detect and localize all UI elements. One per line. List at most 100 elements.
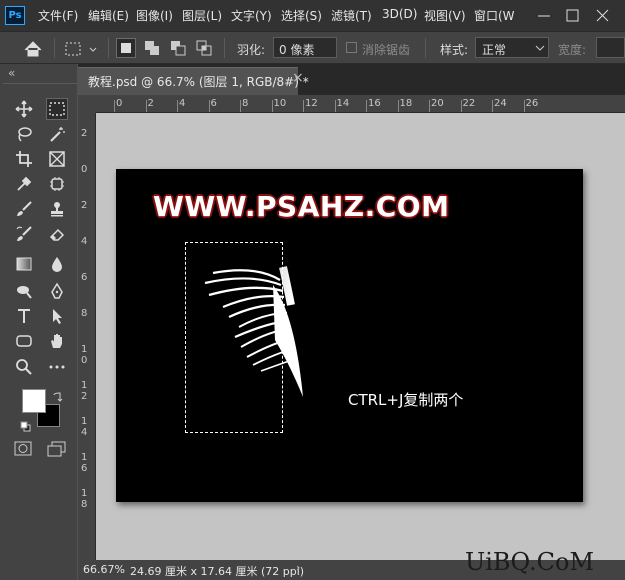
ruler-left-tick: 1 4: [81, 416, 88, 438]
quick-mask-icon[interactable]: [13, 440, 35, 458]
ruler-top-tick: 12: [305, 98, 318, 109]
document-tab-label: 教程.psd @ 66.7% (图层 1, RGB/8#) *: [88, 75, 309, 89]
antialias-checkbox[interactable]: [346, 42, 357, 53]
subtract-from-selection-button[interactable]: [168, 38, 188, 58]
photoshop-logo-icon: Ps: [5, 6, 25, 25]
gradient-icon[interactable]: [13, 253, 35, 275]
ruler-left-tick: 4: [81, 236, 88, 247]
more-icon[interactable]: [46, 356, 68, 378]
ruler-top-tick: 2: [147, 98, 154, 109]
menu-select[interactable]: 选择(S): [281, 7, 322, 24]
menu-filter[interactable]: 滤镜(T): [331, 7, 372, 24]
ruler-top-tick-line: [366, 100, 367, 112]
divider: [108, 38, 109, 58]
screen-mode-icon[interactable]: [46, 440, 68, 458]
feather-label: 羽化:: [237, 43, 266, 57]
menu-type[interactable]: 文字(Y): [231, 7, 272, 24]
ruler-top-tick-line: [397, 100, 399, 112]
move-icon[interactable]: [13, 98, 35, 120]
blur-icon[interactable]: [46, 253, 68, 275]
path-select-icon[interactable]: [46, 305, 68, 327]
chevron-right-icon[interactable]: ›: [296, 561, 300, 574]
spot-healing-icon[interactable]: [46, 173, 68, 195]
magic-wand-icon[interactable]: [46, 123, 68, 145]
style-select[interactable]: 正常: [475, 37, 549, 58]
ruler-left-tick: 1 8: [81, 488, 88, 510]
divider: [3, 83, 77, 84]
frame-icon[interactable]: [46, 148, 68, 170]
canvas-caption-text: CTRL+J复制两个: [348, 391, 464, 409]
ruler-top-tick-line: [334, 100, 336, 112]
ruler-top-tick-line: [240, 100, 241, 112]
ruler-top-tick: 14: [336, 98, 350, 109]
ruler-top-tick: 18: [399, 98, 413, 109]
canvas-title-text: WWW.PSAHZ.COM: [153, 190, 450, 223]
width-input[interactable]: [596, 37, 625, 58]
ruler-left-tick: 1 2: [81, 380, 88, 402]
menu-file[interactable]: 文件(F): [38, 7, 78, 24]
horizontal-ruler[interactable]: [96, 95, 625, 113]
type-icon[interactable]: [13, 305, 35, 327]
feather-input[interactable]: 0 像素: [273, 37, 337, 58]
window-controls-icons: [538, 9, 609, 22]
ruler-top-tick: 26: [525, 98, 539, 109]
close-icon[interactable]: ×: [292, 70, 304, 86]
lasso-icon[interactable]: [13, 123, 35, 145]
ruler-top-tick-line: [492, 100, 493, 112]
ruler-top-tick: 10: [273, 98, 287, 109]
feather-artwork: [195, 255, 315, 405]
foreground-color-swatch[interactable]: [22, 389, 46, 413]
marquee-icon[interactable]: [46, 98, 68, 120]
default-colors-icon[interactable]: [20, 418, 32, 432]
menu-image[interactable]: 图像(I): [136, 7, 173, 24]
eraser-icon[interactable]: [46, 223, 68, 245]
style-value: 正常: [482, 43, 507, 57]
ruler-left-tick: 1 6: [81, 452, 88, 474]
hand-icon[interactable]: [46, 330, 68, 352]
add-to-selection-button[interactable]: [142, 38, 162, 58]
antialias-label: 消除锯齿: [362, 43, 411, 57]
collapse-panel-icon[interactable]: «: [8, 66, 15, 80]
style-label: 样式:: [440, 43, 469, 57]
ruler-top-tick-line: [460, 100, 462, 112]
dodge-icon[interactable]: [13, 280, 35, 302]
history-brush-icon[interactable]: [13, 223, 35, 245]
ruler-left-tick: 8: [81, 308, 88, 319]
new-selection-button[interactable]: [116, 38, 136, 58]
ruler-top-tick: 6: [210, 98, 217, 109]
ruler-top-tick: 20: [431, 98, 444, 109]
menu-layer[interactable]: 图层(L): [182, 7, 222, 24]
ruler-top-tick: 4: [179, 98, 186, 109]
marquee-preset-picker[interactable]: [63, 38, 103, 60]
width-label: 宽度:: [558, 43, 587, 57]
pen-icon[interactable]: [46, 280, 68, 302]
ruler-top-tick-line: [114, 100, 115, 112]
ruler-top-tick-line: [429, 100, 430, 112]
crop-icon[interactable]: [13, 148, 35, 170]
divider: [54, 38, 55, 58]
ruler-top-tick-line: [177, 100, 178, 112]
ruler-top-tick: 16: [368, 98, 381, 109]
brush-icon[interactable]: [13, 198, 35, 220]
intersect-selection-button[interactable]: [194, 38, 214, 58]
ruler-top-tick: 24: [494, 98, 507, 109]
feather-value: 0 像素: [279, 43, 315, 57]
menu-window[interactable]: 窗口(W: [474, 7, 515, 24]
window-controls: [530, 4, 620, 26]
ruler-left-tick: 6: [81, 272, 88, 283]
chevron-down-icon: [535, 45, 545, 51]
shape-icon[interactable]: [13, 330, 35, 352]
ruler-top-tick-line: [523, 100, 525, 112]
zoom-icon[interactable]: [13, 356, 35, 378]
ruler-left-tick: 0: [81, 164, 88, 175]
stamp-icon[interactable]: [46, 198, 68, 220]
menu-edit[interactable]: 编辑(E): [88, 7, 129, 24]
eyedropper-icon[interactable]: [13, 173, 35, 195]
ruler-top-tick-line: [145, 100, 147, 112]
swap-colors-icon[interactable]: [52, 388, 64, 402]
home-icon[interactable]: [20, 38, 46, 60]
menu-view[interactable]: 视图(V): [424, 7, 466, 24]
menu-3d[interactable]: 3D(D): [382, 7, 417, 21]
ruler-corner: [78, 95, 96, 113]
zoom-level[interactable]: 66.67%: [83, 563, 125, 576]
